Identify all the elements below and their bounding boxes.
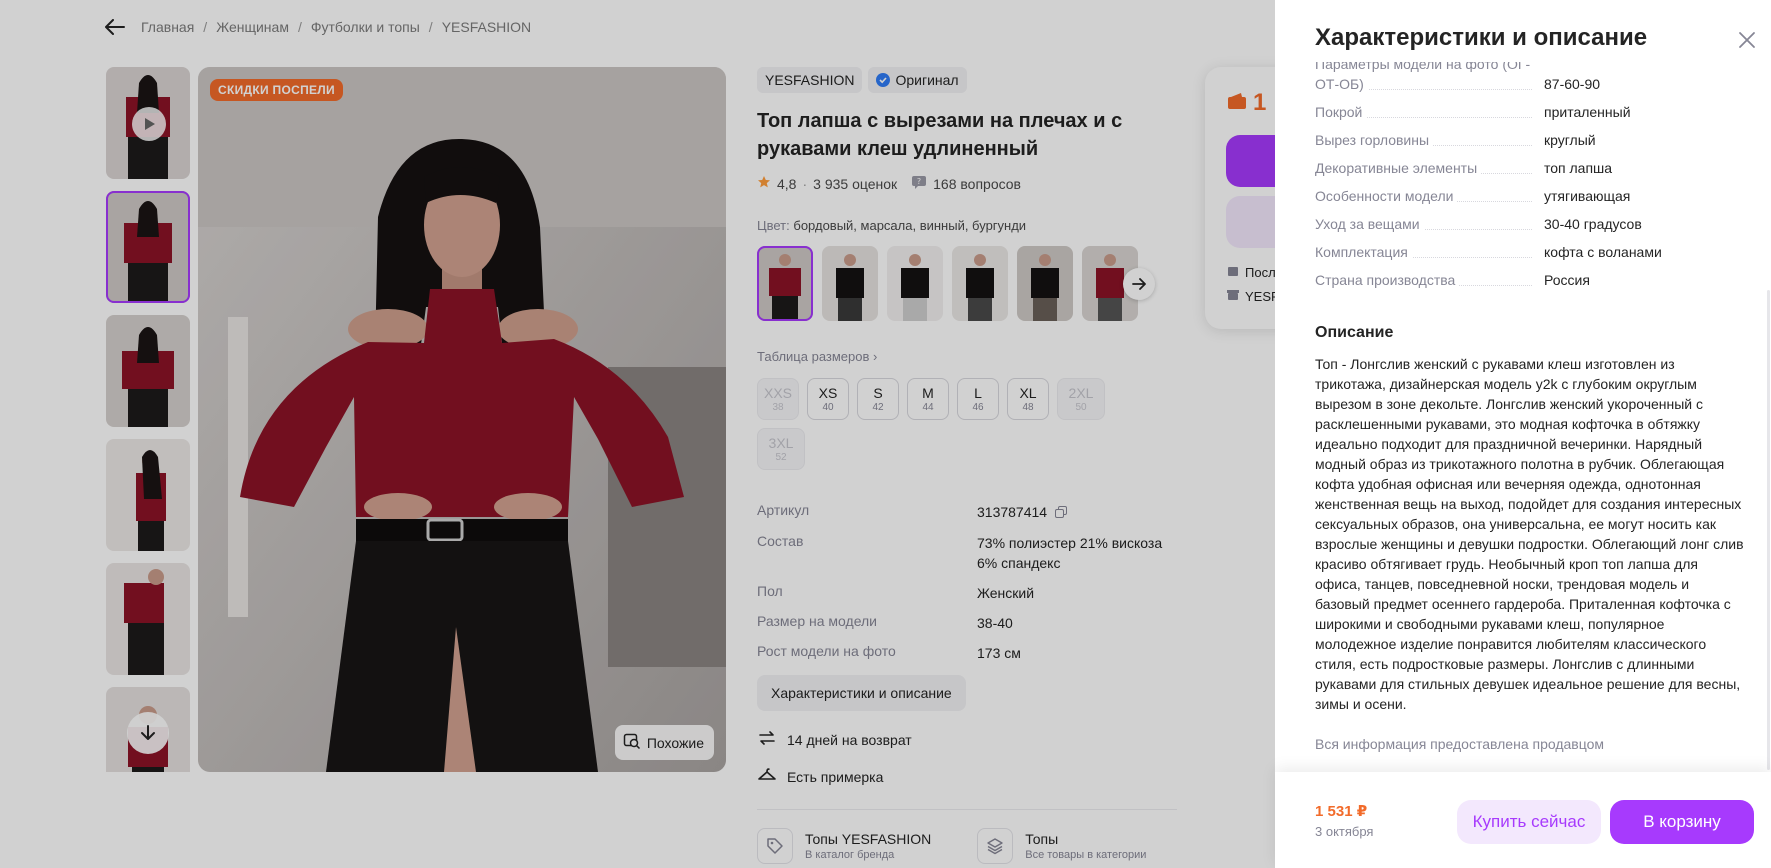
characteristic-value: приталенный [1544,104,1631,120]
characteristic-row: Особенности модели утягивающая [1315,186,1735,206]
characteristic-key: Особенности модели [1315,188,1458,204]
close-icon[interactable] [1735,28,1759,52]
characteristic-row: Уход за вещами 30-40 градусов [1315,214,1735,234]
characteristic-key: Декоративные элементы [1315,160,1482,176]
footer-delivery-date: 3 октября [1315,824,1374,839]
characteristic-key: Страна производства [1315,272,1460,288]
characteristic-row: Комплектация кофта с воланами [1315,242,1735,262]
panel-scroll-area[interactable]: Параметры модели на фото (ОГ-ОТ-ОБ) 87-60… [1275,62,1771,770]
characteristic-value: Россия [1544,272,1590,288]
characteristic-value: топ лапша [1544,160,1613,176]
characteristic-value: 87-60-90 [1544,76,1601,92]
characteristics-panel: Характеристики и описание Параметры моде… [1275,0,1771,868]
description-text: Топ - Лонгслив женский с рукавами клеш и… [1315,356,1744,712]
panel-title: Характеристики и описание [1315,24,1648,51]
panel-scrollbar[interactable] [1767,290,1770,770]
description-title: Описание [1315,324,1394,341]
characteristics-table: Параметры модели на фото (ОГ-ОТ-ОБ) 87-60… [1315,62,1735,298]
panel-footer: 1 531 ₽ 3 октября Купить сейчас В корзин… [1275,772,1771,868]
seller-note: Вся информация предоставлена продавцом [1315,736,1605,752]
characteristic-row: Декоративные элементы топ лапша [1315,158,1735,178]
characteristic-key: Уход за вещами [1315,216,1424,232]
characteristic-value: 30-40 градусов [1544,216,1642,232]
characteristic-key: Комплектация [1315,244,1412,260]
buy-now-button[interactable]: Купить сейчас [1457,800,1601,844]
characteristic-row: Вырез горловины круглый [1315,130,1735,150]
characteristic-row: Покрой приталенный [1315,102,1735,122]
characteristic-value: круглый [1544,132,1596,148]
characteristic-row: Страна производства Россия [1315,270,1735,290]
characteristic-value: утягивающая [1544,188,1631,204]
characteristic-key: Параметры модели на фото (ОГ-ОТ-ОБ) [1315,62,1531,92]
modal-backdrop[interactable] [0,0,1275,868]
characteristic-key: Вырез горловины [1315,132,1434,148]
footer-price: 1 531 ₽ [1315,803,1368,820]
characteristic-row: Параметры модели на фото (ОГ-ОТ-ОБ) 87-60… [1315,62,1735,94]
characteristic-value: кофта с воланами [1544,244,1662,260]
characteristic-key: Покрой [1315,104,1367,120]
add-to-cart-button[interactable]: В корзину [1610,800,1754,844]
